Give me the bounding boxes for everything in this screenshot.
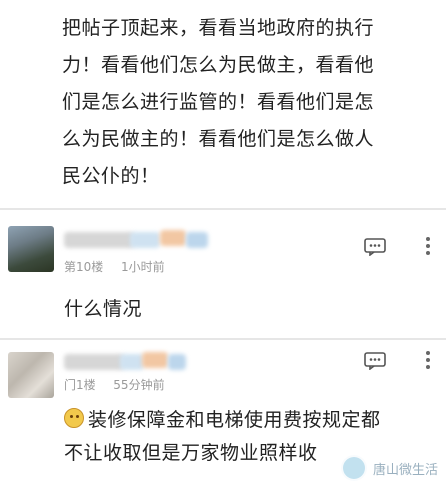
user-badge <box>186 232 208 248</box>
comment-reply-icon[interactable] <box>364 352 386 371</box>
username-blurred-part <box>130 232 160 248</box>
comment-item[interactable]: 第10楼 1小时前 什么情况 <box>0 210 446 338</box>
watermark-logo-icon <box>340 455 367 481</box>
comment-text: 装修保障金和电梯使用费按规定都 不让收取但是万家物业照样收 <box>64 404 381 470</box>
comment-reply-icon[interactable] <box>364 238 386 257</box>
more-options-icon[interactable] <box>424 350 432 369</box>
username-blurred[interactable] <box>64 354 124 370</box>
avatar[interactable] <box>8 226 54 272</box>
username-blurred-part <box>120 354 144 370</box>
user-level-badge <box>142 352 168 368</box>
comment-meta: 第10楼 1小时前 <box>64 258 165 275</box>
more-options-icon[interactable] <box>424 236 432 255</box>
watermark-text: 唐山微生活 <box>372 462 438 478</box>
user-badge <box>168 354 186 370</box>
comment-time: 1小时前 <box>120 260 165 274</box>
emoji-icon <box>64 408 84 428</box>
post-line: 把帖子顶起来，看看当地政府的执行 <box>62 17 375 39</box>
comment-line: 装修保障金和电梯使用费按规定都 <box>64 404 381 437</box>
comment-line: 不让收取但是万家物业照样收 <box>64 442 318 464</box>
post-content: 把帖子顶起来，看看当地政府的执行 力！看看他们怎么为民做主，看看他 们是怎么进行… <box>62 10 432 195</box>
post-line: 力！看看他们怎么为民做主，看看他 <box>62 54 375 76</box>
comment-text: 什么情况 <box>64 298 143 320</box>
post-line: 么为民做主的！看看他们是怎么做人 <box>62 128 375 150</box>
floor-number: 第10楼 <box>64 260 104 274</box>
post-line: 民公仆的！ <box>62 165 160 187</box>
avatar[interactable] <box>8 352 54 398</box>
post-line: 们是怎么进行监管的！看看他们是怎 <box>62 91 375 113</box>
floor-number: 门1楼 <box>64 378 96 392</box>
username-blurred[interactable] <box>64 232 134 248</box>
comment-time: 55分钟前 <box>113 378 165 392</box>
comment-meta: 门1楼 55分钟前 <box>64 376 165 393</box>
watermark: 唐山微生活 <box>340 455 438 481</box>
user-level-badge <box>160 230 186 246</box>
